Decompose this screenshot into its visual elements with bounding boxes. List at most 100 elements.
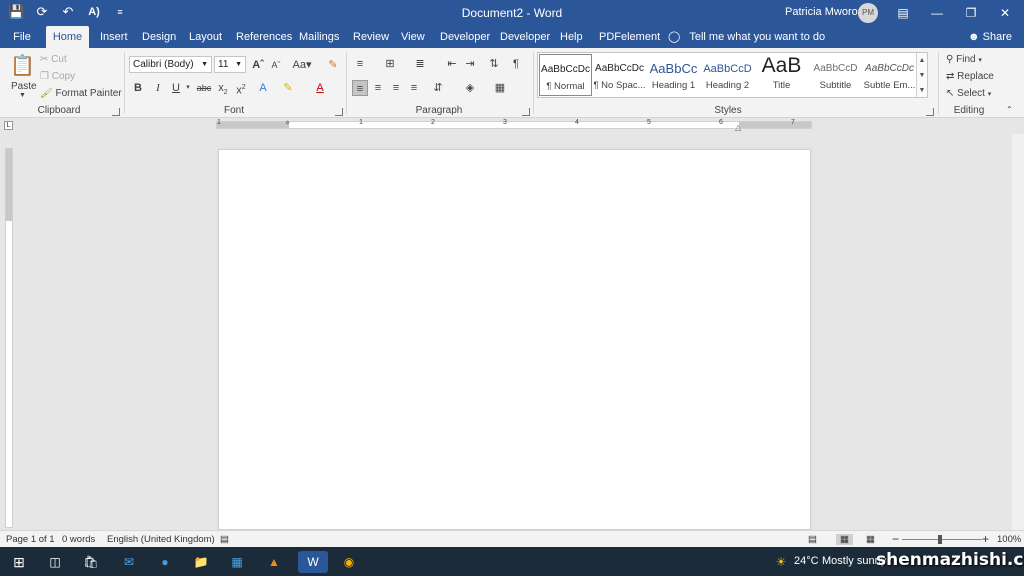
autosave-icon[interactable]: ⟳ (34, 4, 50, 20)
justify-icon[interactable]: ≡ (406, 80, 422, 96)
avatar[interactable]: PM (858, 3, 878, 23)
undo-icon[interactable]: ↶ (60, 4, 76, 20)
user-name[interactable]: Patricia Mworozi (785, 6, 866, 18)
shading-icon[interactable]: ◈ (462, 80, 478, 96)
zoom-slider[interactable] (902, 539, 982, 540)
collapse-ribbon-icon[interactable]: ⌃ (1006, 105, 1013, 114)
find-button[interactable]: ⚲ Find ▾ (946, 54, 982, 65)
font-color-icon[interactable]: A (312, 80, 328, 96)
tab-developer[interactable]: Developer (434, 26, 496, 48)
vertical-ruler[interactable] (5, 148, 13, 528)
cut-button[interactable]: ✂ Cut (40, 54, 67, 65)
styles-scroll-up-icon[interactable]: ▲ (916, 53, 927, 68)
close-icon[interactable]: ✕ (988, 0, 1022, 26)
file-explorer-icon[interactable]: 📁 (190, 551, 212, 573)
tab-help[interactable]: Help (554, 26, 589, 48)
zoom-out-button[interactable]: − (892, 532, 899, 546)
styles-more-icon[interactable]: ▼ (916, 83, 927, 97)
paste-button[interactable]: Paste (11, 81, 37, 92)
increase-indent-icon[interactable]: ⇥ (462, 56, 478, 72)
align-center-icon[interactable]: ≡ (370, 80, 386, 96)
zoom-level[interactable]: 100% (997, 534, 1021, 545)
align-left-icon[interactable]: ≡ (352, 80, 368, 96)
italic-icon[interactable]: I (150, 80, 166, 96)
web-layout-icon[interactable]: ▦ (866, 534, 875, 545)
styles-launcher-icon[interactable] (926, 108, 934, 116)
language-indicator[interactable]: English (United Kingdom) (107, 534, 215, 545)
zoom-in-button[interactable]: + (982, 532, 989, 546)
change-case-icon[interactable]: Aa▾ (290, 57, 314, 73)
clipboard-icon[interactable]: 📋 (10, 54, 35, 78)
tab-home[interactable]: Home (46, 26, 89, 48)
style-subtle-emphasis[interactable]: AaBbCcDc Subtle Em... (863, 54, 916, 96)
tab-design[interactable]: Design (136, 26, 182, 48)
read-aloud-icon[interactable]: A) (86, 4, 102, 20)
task-view-icon[interactable]: ◫ (44, 551, 66, 573)
style-subtitle[interactable]: AaBbCcD Subtitle (809, 54, 862, 96)
highlight-icon[interactable]: ✎ (280, 80, 296, 96)
underline-icon[interactable]: U (168, 80, 184, 96)
clear-formatting-icon[interactable]: ✎ (325, 57, 341, 73)
subscript-icon[interactable]: x2 (215, 80, 231, 96)
style-normal[interactable]: AaBbCcDc ¶ Normal (539, 54, 592, 96)
replace-button[interactable]: ⇄ Replace (946, 71, 994, 82)
styles-scroll-down-icon[interactable]: ▼ (916, 68, 927, 83)
tell-me-search[interactable]: ◯ Tell me what you want to do (662, 26, 831, 48)
tab-developer-2[interactable]: Developer (494, 26, 556, 48)
font-size-select[interactable]: 11 ▼ (214, 56, 246, 73)
style-heading-2[interactable]: AaBbCcD Heading 2 (701, 54, 754, 96)
right-indent-marker-icon[interactable]: △ (735, 123, 741, 132)
tab-file[interactable]: File (0, 26, 44, 48)
tab-pdfelement[interactable]: PDFelement (593, 26, 666, 48)
borders-icon[interactable]: ▦ (492, 80, 508, 96)
font-launcher-icon[interactable] (335, 108, 343, 116)
macro-recording-icon[interactable]: ▤ (220, 534, 229, 545)
tab-mailings[interactable]: Mailings (293, 26, 345, 48)
sort-icon[interactable]: ⇅ (486, 56, 502, 72)
clipboard-launcher-icon[interactable] (112, 108, 120, 116)
restore-icon[interactable]: ❐ (954, 0, 988, 26)
paste-dropdown-icon[interactable]: ▼ (19, 92, 26, 99)
customize-qat-icon[interactable]: ≡ (112, 4, 128, 20)
style-no-spacing[interactable]: AaBbCcDc ¶ No Spac... (593, 54, 646, 96)
tab-review[interactable]: Review (347, 26, 395, 48)
share-button[interactable]: ☻ Share (962, 26, 1018, 48)
chrome-icon[interactable]: ◉ (338, 551, 360, 573)
indent-marker-icon[interactable]: ⋄ (285, 118, 290, 127)
copy-button[interactable]: ❐ Copy (40, 71, 75, 82)
style-title[interactable]: AaB Title (755, 54, 808, 96)
calculator-icon[interactable]: ▦ (226, 551, 248, 573)
print-layout-icon[interactable]: ▦ (836, 534, 853, 545)
minimize-icon[interactable]: — (920, 0, 954, 26)
align-right-icon[interactable]: ≡ (388, 80, 404, 96)
font-family-select[interactable]: Calibri (Body) ▼ (129, 56, 212, 73)
chevron-down-icon[interactable]: ▾ (184, 80, 192, 96)
horizontal-ruler[interactable]: 1 1 2 3 4 5 6 7 ⋄ △ (216, 118, 812, 132)
page-count[interactable]: Page 1 of 1 (6, 534, 55, 545)
superscript-icon[interactable]: x2 (233, 80, 249, 97)
windows-start-icon[interactable]: ⊞ (8, 551, 30, 573)
select-button[interactable]: ↖ Select ▾ (946, 88, 991, 99)
word-count[interactable]: 0 words (62, 534, 95, 545)
store-icon[interactable]: 🛍 (80, 551, 102, 573)
shrink-font-icon[interactable]: Aˇ (268, 57, 284, 73)
tab-references[interactable]: References (230, 26, 298, 48)
weather-icon[interactable]: ☀ (770, 551, 792, 573)
edge-icon[interactable]: ● (154, 551, 176, 573)
format-painter-button[interactable]: 🖌 Format Painter (40, 88, 122, 99)
word-taskbar-icon[interactable]: W (298, 551, 328, 573)
bullets-icon[interactable]: ≡ (352, 56, 368, 72)
tab-layout[interactable]: Layout (183, 26, 228, 48)
tab-view[interactable]: View (395, 26, 431, 48)
zoom-slider-handle[interactable] (938, 535, 942, 544)
decrease-indent-icon[interactable]: ⇤ (444, 56, 460, 72)
ribbon-display-icon[interactable]: ▤ (886, 0, 920, 26)
paragraph-launcher-icon[interactable] (522, 108, 530, 116)
show-formatting-icon[interactable]: ¶ (508, 56, 524, 72)
vertical-scrollbar[interactable] (1012, 134, 1024, 530)
numbering-icon[interactable]: ⊞ (382, 56, 398, 72)
strikethrough-icon[interactable]: abc (196, 80, 212, 96)
temperature[interactable]: 24°C (794, 555, 819, 567)
tab-selector-icon[interactable]: L (4, 121, 13, 130)
save-icon[interactable]: 💾 (8, 4, 24, 20)
